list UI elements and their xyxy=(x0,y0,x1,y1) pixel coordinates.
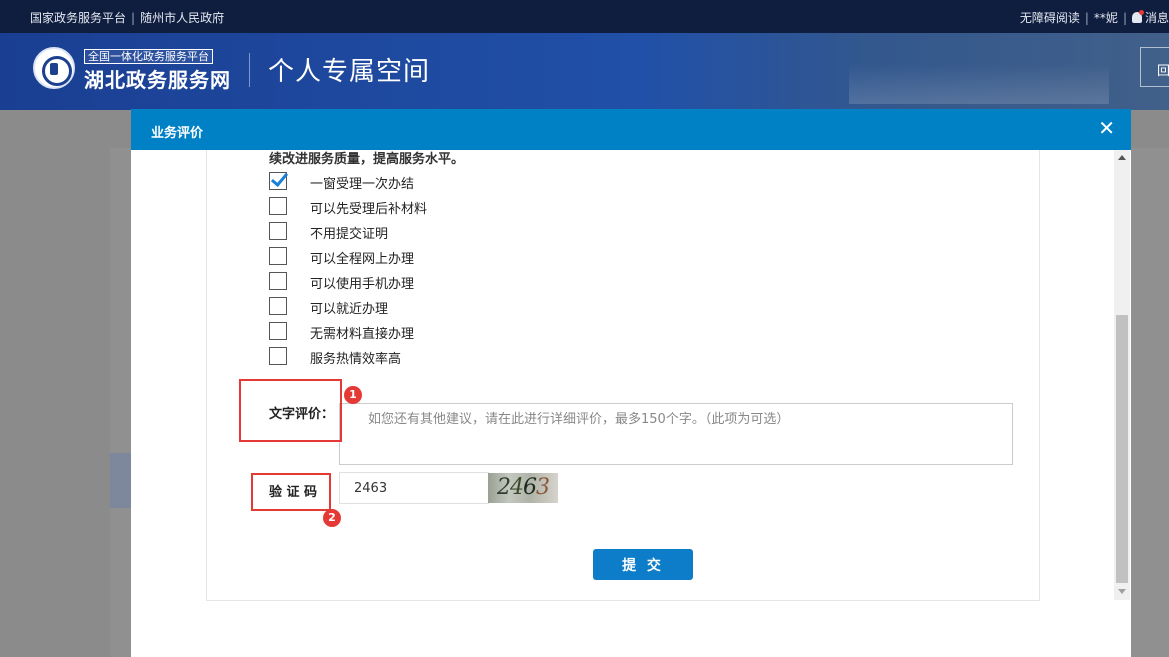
captcha-char: 4 xyxy=(510,475,524,500)
checkbox[interactable] xyxy=(269,247,287,265)
link-accessibility[interactable]: 无障碍阅读 xyxy=(1020,9,1080,26)
option-label: 一窗受理一次办结 xyxy=(310,177,415,192)
option-label: 可以使用手机办理 xyxy=(310,277,415,292)
checkbox[interactable] xyxy=(269,222,287,240)
checkbox[interactable] xyxy=(269,322,287,340)
submit-button[interactable]: 提 交 xyxy=(593,549,693,580)
option-label: 可以就近办理 xyxy=(310,302,389,317)
site-header: 全国一体化政务服务平台 湖北政务服务网 个人专属空间 回 xyxy=(0,33,1169,110)
link-suizhou-gov[interactable]: 随州市人民政府 xyxy=(140,9,224,26)
option-label: 可以先受理后补材料 xyxy=(310,202,428,217)
captcha-image[interactable]: 2463 xyxy=(488,473,558,503)
close-icon[interactable]: ✕ xyxy=(1098,118,1115,138)
top-right-links: 无障碍阅读 | **妮 | 消息 xyxy=(1020,9,1169,26)
intro-text: 续改进服务质量，提高服务水平。 xyxy=(269,152,465,167)
modal-scrollbar[interactable] xyxy=(1114,150,1130,600)
separator: | xyxy=(1084,11,1089,25)
comment-textarea[interactable] xyxy=(339,403,1013,465)
link-national-platform[interactable]: 国家政务服务平台 xyxy=(30,9,126,26)
separator: | xyxy=(1122,11,1127,25)
logo-subtitle: 全国一体化政务服务平台 xyxy=(84,49,213,64)
checkbox[interactable] xyxy=(269,347,287,365)
evaluation-form: 续改进服务质量，提高服务水平。 一窗受理一次办结 可以先受理后补材料 不用提交证… xyxy=(206,150,1040,601)
scroll-up-arrow-icon[interactable] xyxy=(1118,155,1126,160)
checkbox[interactable] xyxy=(269,297,287,315)
header-return-button[interactable]: 回 xyxy=(1140,47,1169,87)
scroll-down-arrow-icon[interactable] xyxy=(1118,589,1126,594)
bell-icon[interactable] xyxy=(1131,10,1144,23)
top-utility-bar: 国家政务服务平台 | 随州市人民政府 无障碍阅读 | **妮 | 消息 xyxy=(0,0,1169,33)
checkbox[interactable] xyxy=(269,197,287,215)
annotation-badge-1: 1 xyxy=(344,386,362,404)
city-skyline-decoration xyxy=(849,64,1109,104)
captcha-char: 2 xyxy=(497,475,511,500)
option-label: 不用提交证明 xyxy=(310,227,389,242)
top-left-links: 国家政务服务平台 | 随州市人民政府 xyxy=(30,9,224,26)
annotation-box-captcha xyxy=(251,473,331,511)
checkbox-checked[interactable] xyxy=(269,172,287,190)
page-title: 个人专属空间 xyxy=(268,57,431,87)
separator: | xyxy=(131,11,136,25)
link-messages[interactable]: 消息 xyxy=(1145,9,1169,26)
checkbox[interactable] xyxy=(269,272,287,290)
header-divider xyxy=(249,53,250,87)
user-name[interactable]: **妮 xyxy=(1094,9,1118,26)
modal-title: 业务评价 xyxy=(151,126,204,141)
captcha-input[interactable] xyxy=(339,472,489,504)
captcha-char: 3 xyxy=(536,475,550,500)
option-label: 服务热情效率高 xyxy=(310,352,402,367)
option-label: 无需材料直接办理 xyxy=(310,327,415,342)
annotation-box-comment xyxy=(239,379,342,442)
option-label: 可以全程网上办理 xyxy=(310,252,415,267)
background-side-tab xyxy=(110,453,132,508)
logo-title[interactable]: 湖北政务服务网 xyxy=(84,64,231,93)
scroll-thumb[interactable] xyxy=(1116,315,1128,583)
modal-header: 业务评价 ✕ xyxy=(131,109,1131,150)
emblem-logo-icon[interactable] xyxy=(33,47,75,89)
annotation-badge-2: 2 xyxy=(323,509,341,527)
captcha-char: 6 xyxy=(523,475,537,500)
